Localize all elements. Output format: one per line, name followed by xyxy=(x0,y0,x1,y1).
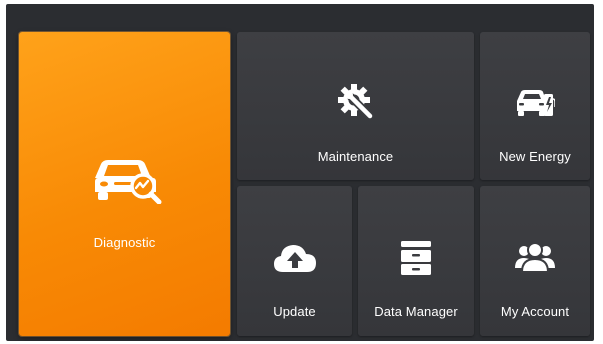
filing-cabinet-icon xyxy=(401,241,431,275)
diagnostic-label: Diagnostic xyxy=(93,235,156,250)
maintenance-label: Maintenance xyxy=(317,149,394,164)
maintenance-tile[interactable]: Maintenance xyxy=(237,32,474,180)
home-screen: Diagnostic Maintenance New Energy Update… xyxy=(6,4,594,341)
my-account-label: My Account xyxy=(500,304,570,319)
cloud-upload-icon xyxy=(273,245,316,272)
update-tile[interactable]: Update xyxy=(237,186,352,336)
data-manager-label: Data Manager xyxy=(374,304,458,319)
new-energy-tile[interactable]: New Energy xyxy=(480,32,590,180)
my-account-tile[interactable]: My Account xyxy=(480,186,590,336)
new-energy-label: New Energy xyxy=(499,149,571,164)
diagnostic-tile[interactable]: Diagnostic xyxy=(19,32,230,336)
car-diagnostic-icon xyxy=(94,160,161,204)
ev-charging-icon xyxy=(517,90,555,116)
wrench-gear-icon xyxy=(337,84,374,120)
data-manager-tile[interactable]: Data Manager xyxy=(358,186,474,336)
users-icon xyxy=(515,242,555,273)
update-label: Update xyxy=(273,304,316,319)
